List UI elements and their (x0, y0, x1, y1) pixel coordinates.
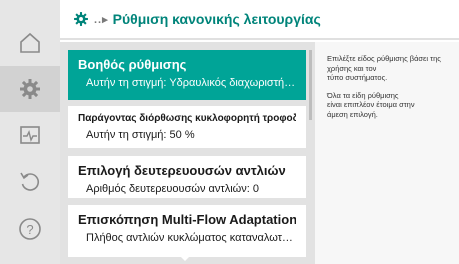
help-line: τύπο συστήματος. (327, 73, 388, 82)
nav-home-button[interactable] (0, 20, 60, 66)
help-icon: ? (19, 218, 41, 240)
nav-help-button[interactable]: ? (0, 206, 60, 252)
breadcrumb-separator[interactable]: ..▸ (94, 13, 109, 26)
help-line: Όλα τα είδη ρύθμισης (327, 90, 399, 100)
scroll-down-icon[interactable] (178, 254, 192, 261)
menu-item-subtitle: Αριθμός δευτερευουσών αντλιών: 0 (86, 183, 259, 195)
help-panel: Επιλέξτε είδος ρύθμισης βάσει της χρήσης… (315, 42, 459, 264)
gear-icon (74, 12, 88, 26)
menu-item-multiflow-overview[interactable]: Επισκόπηση Multi-Flow Adaptation Πλήθος … (68, 205, 306, 257)
gear-icon (20, 79, 40, 99)
menu-item-title: Επιλογή δευτερευουσών αντλιών (78, 163, 286, 178)
svg-text:?: ? (26, 222, 33, 237)
help-paragraph-2: Όλα τα είδη ρύθμισης είναι επιπλέον έτοι… (327, 91, 451, 120)
menu-item-title: Επισκόπηση Multi-Flow Adaptation (78, 212, 296, 227)
help-line: Επιλέξτε είδος ρύθμισης βάσει της (327, 54, 441, 63)
nav-diagnostics-button[interactable] (0, 112, 60, 158)
help-line: χρήσης και τον (327, 63, 377, 73)
header-bar: ..▸ Ρύθμιση κανονικής λειτουργίας (60, 0, 459, 40)
diagnostics-icon (20, 126, 40, 144)
menu-item-title: Βοηθός ρύθμισης (78, 57, 187, 72)
screen: ? ..▸ Ρύθμιση κανονικής λειτουργίας Βοηθ… (0, 0, 459, 264)
home-icon (20, 32, 40, 53)
menu-item-correction-factor[interactable]: Παράγοντας διόρθωσης κυκλοφορητή τροφοδο… (68, 106, 306, 148)
menu-item-subtitle: Αυτήν τη στιγμή: 50 % (86, 129, 195, 141)
help-line: άμεση επιλογή. (327, 109, 378, 119)
help-line: είναι επιπλέον έτοιμα στην (327, 100, 415, 109)
menu-item-subtitle: Αυτήν τη στιγμή: Υδραυλικός διαχωριστής … (86, 77, 296, 89)
menu-item-secondary-pumps[interactable]: Επιλογή δευτερευουσών αντλιών Αριθμός δε… (68, 156, 306, 198)
menu-list: Βοηθός ρύθμισης Αυτήν τη στιγμή: Υδραυλι… (60, 42, 315, 264)
menu-item-subtitle: Πλήθος αντλιών κυκλώματος καταναλωτών: 0 (86, 232, 296, 244)
scrollbar[interactable] (309, 50, 312, 120)
restore-icon (20, 172, 40, 191)
menu-item-title: Παράγοντας διόρθωσης κυκλοφορητή τροφοδο… (78, 113, 296, 124)
page-title: Ρύθμιση κανονικής λειτουργίας (112, 11, 321, 27)
sidebar-nav: ? (0, 0, 60, 264)
help-paragraph-1: Επιλέξτε είδος ρύθμισης βάσει της χρήσης… (327, 54, 451, 83)
nav-restore-button[interactable] (0, 158, 60, 204)
nav-settings-button[interactable] (0, 66, 60, 112)
menu-item-setup-assistant[interactable]: Βοηθός ρύθμισης Αυτήν τη στιγμή: Υδραυλι… (68, 50, 306, 100)
